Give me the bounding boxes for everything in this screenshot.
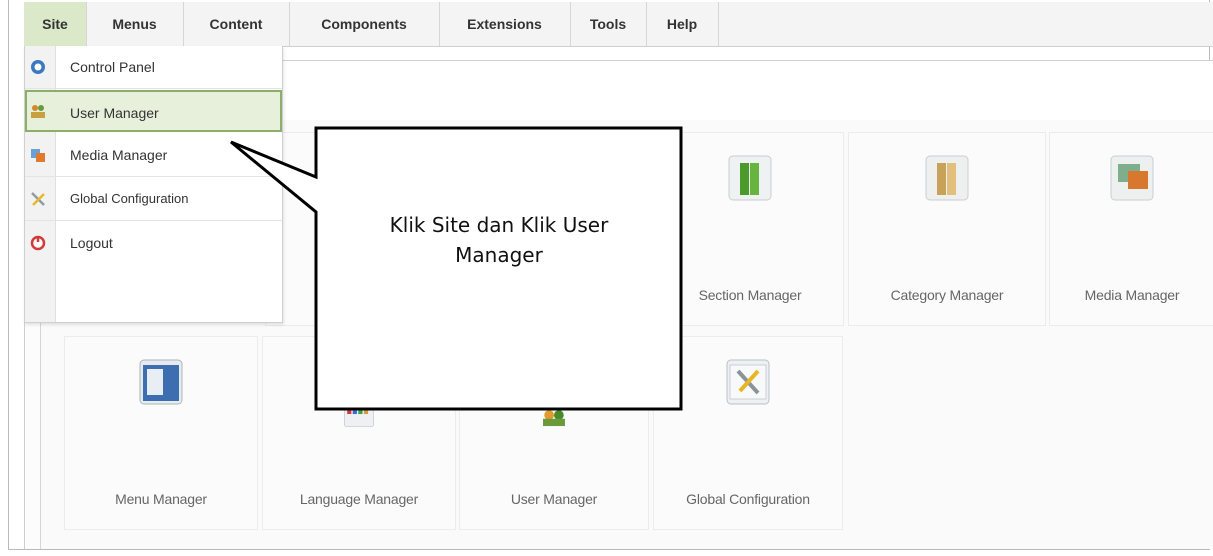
callout-annotation (230, 126, 683, 411)
callout-line-2: Manager (455, 243, 543, 267)
callout-text: Klik Site dan Klik User Manager (318, 210, 680, 270)
callout-line-1: Klik Site dan Klik User (389, 213, 609, 237)
